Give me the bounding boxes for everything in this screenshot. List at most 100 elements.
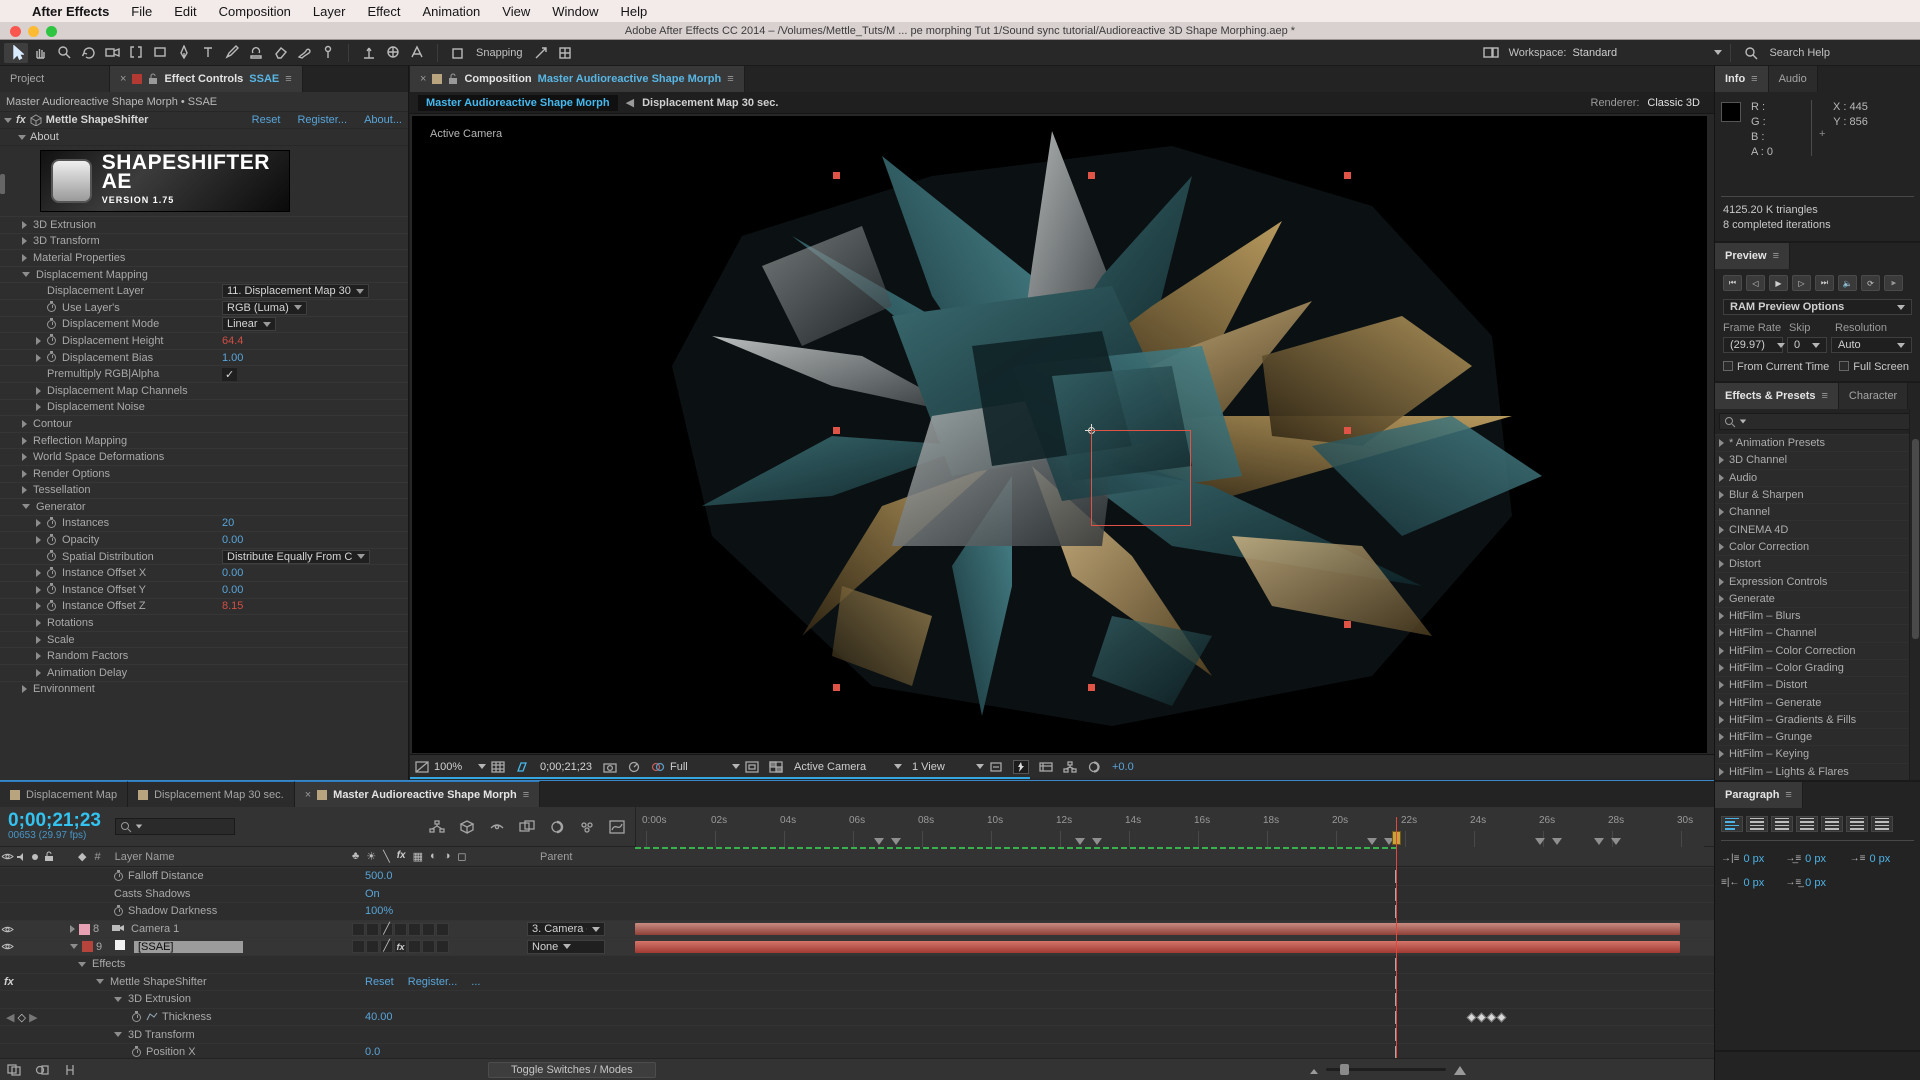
preset-category-hitfilm-distort[interactable]: HitFilm – Distort xyxy=(1715,676,1909,693)
effect-property-reflection-mapping[interactable]: Reflection Mapping xyxy=(0,432,408,449)
collapsed-arrow-icon[interactable] xyxy=(1719,768,1724,776)
collapsed-arrow-icon[interactable] xyxy=(36,354,41,362)
brainstorm-icon[interactable] xyxy=(579,820,595,834)
layer-label-chip[interactable] xyxy=(79,924,90,935)
property-label[interactable]: 3D Extrusion xyxy=(128,993,191,1005)
collapsed-arrow-icon[interactable] xyxy=(36,636,41,644)
ram-preview-options-dropdown[interactable]: RAM Preview Options xyxy=(1723,299,1912,315)
tab-paragraph[interactable]: Paragraph≡ xyxy=(1715,782,1803,808)
snap-option2-icon[interactable] xyxy=(553,43,577,63)
menu-item-layer[interactable]: Layer xyxy=(313,4,346,19)
parent-cell[interactable]: 3. Camera cc xyxy=(527,922,605,936)
skip-dropdown[interactable]: 0 xyxy=(1787,337,1827,353)
preset-category-generate[interactable]: Generate xyxy=(1715,590,1909,607)
effect-property-use-layer-s[interactable]: Use Layer'sRGB (Luma) xyxy=(0,299,408,316)
mask-visibility-icon[interactable] xyxy=(515,761,529,773)
about-expander[interactable] xyxy=(18,135,26,140)
effect-property-instance-offset-z[interactable]: Instance Offset Z8.15 xyxy=(0,598,408,615)
toggle-switches-modes-button[interactable]: Toggle Switches / Modes xyxy=(488,1062,656,1078)
preset-category-cinema-4d[interactable]: CINEMA 4D xyxy=(1715,520,1909,537)
zoom-out-mountain-icon[interactable] xyxy=(1309,1065,1319,1075)
loop-button[interactable]: ⟳ xyxy=(1861,275,1880,291)
menu-item-file[interactable]: File xyxy=(131,4,152,19)
effect-property-spatial-distribution[interactable]: Spatial DistributionDistribute Equally F… xyxy=(0,548,408,565)
timeline-graph-area[interactable]: 0:00s02s04s06s08s10s12s14s16s18s20s22s24… xyxy=(635,847,1704,1061)
timeline-tab-displacement-map-30-sec-[interactable]: Displacement Map 30 sec. xyxy=(128,781,295,807)
keyframe-navigator[interactable]: ◀ ◇ ▶ xyxy=(6,1011,38,1024)
property-value[interactable]: 8.15 xyxy=(222,600,243,612)
property-label[interactable]: Position X xyxy=(146,1046,196,1058)
rotate-tool[interactable] xyxy=(76,43,100,63)
property-value[interactable]: 100% xyxy=(365,905,393,917)
collapsed-arrow-icon[interactable] xyxy=(36,669,41,677)
eraser-tool[interactable] xyxy=(268,43,292,63)
local-axis-tool[interactable] xyxy=(357,43,381,63)
effect-property-displacement-map-channels[interactable]: Displacement Map Channels xyxy=(0,382,408,399)
parent-cell[interactable]: None xyxy=(527,940,605,954)
roi-icon[interactable] xyxy=(745,761,759,773)
effect-property-displacement-noise[interactable]: Displacement Noise xyxy=(0,399,408,416)
effect-property-displacement-mapping[interactable]: Displacement Mapping xyxy=(0,266,408,283)
effect-property-render-options[interactable]: Render Options xyxy=(0,465,408,482)
play-button[interactable]: ▶ xyxy=(1769,275,1788,291)
first-line-indent-field[interactable]: →≡0 px xyxy=(1850,853,1914,865)
preset-category-hitfilm-grunge[interactable]: HitFilm – Grunge xyxy=(1715,728,1909,745)
comp-marker[interactable] xyxy=(891,838,901,845)
snap-option1-icon[interactable] xyxy=(529,43,553,63)
composition-viewer[interactable]: Active Camera xyxy=(412,116,1707,753)
layer-handle[interactable] xyxy=(833,684,840,691)
layer-handle[interactable] xyxy=(1344,427,1351,434)
collapsed-arrow-icon[interactable] xyxy=(1719,733,1724,741)
effect-property-random-factors[interactable]: Random Factors xyxy=(0,647,408,664)
expand-transfer-icon[interactable] xyxy=(35,1064,49,1076)
about-link[interactable]: About... xyxy=(364,114,402,126)
expanded-arrow-icon[interactable] xyxy=(22,272,30,277)
collapsed-arrow-icon[interactable] xyxy=(36,536,41,544)
collapsed-arrow-icon[interactable] xyxy=(1719,612,1724,620)
stopwatch-icon[interactable] xyxy=(47,519,56,528)
comp-marker[interactable] xyxy=(1611,838,1621,845)
panel-menu-icon[interactable]: ≡ xyxy=(1822,390,1828,402)
menu-item-edit[interactable]: Edit xyxy=(174,4,196,19)
stopwatch-icon[interactable] xyxy=(47,569,56,578)
stopwatch-icon[interactable] xyxy=(114,907,123,916)
layer-switches[interactable]: ╱fx xyxy=(352,940,450,953)
collapsed-arrow-icon[interactable] xyxy=(1719,647,1724,655)
menu-item-animation[interactable]: Animation xyxy=(422,4,480,19)
layer-handle[interactable] xyxy=(1344,172,1351,179)
expanded-arrow-icon[interactable] xyxy=(78,962,86,967)
effect-property-displacement-bias[interactable]: Displacement Bias1.00 xyxy=(0,349,408,366)
snap-icon[interactable] xyxy=(446,43,470,63)
tab-info[interactable]: Info≡ xyxy=(1715,66,1769,92)
preset-category-expression-controls[interactable]: Expression Controls xyxy=(1715,572,1909,589)
roto-brush-tool[interactable] xyxy=(292,43,316,63)
panel-menu-icon[interactable]: ≡ xyxy=(523,789,529,801)
effect-property-generator[interactable]: Generator xyxy=(0,498,408,515)
expanded-arrow-icon[interactable] xyxy=(114,1032,122,1037)
preset-category-hitfilm-blurs[interactable]: HitFilm – Blurs xyxy=(1715,607,1909,624)
menu-item-help[interactable]: Help xyxy=(620,4,647,19)
property-label[interactable]: Mettle ShapeShifter xyxy=(110,976,207,988)
full-screen-checkbox[interactable]: Full Screen xyxy=(1839,361,1909,373)
video-visibility-toggle[interactable] xyxy=(0,942,14,951)
timeline-search-input[interactable] xyxy=(115,818,235,835)
panel-menu-icon[interactable]: ≡ xyxy=(727,73,733,85)
collapsed-arrow-icon[interactable] xyxy=(1719,439,1724,447)
collapsed-arrow-icon[interactable] xyxy=(22,420,27,428)
stopwatch-icon[interactable] xyxy=(47,336,56,345)
property-label[interactable]: 3D Transform xyxy=(128,1029,195,1041)
stopwatch-icon[interactable] xyxy=(47,552,56,561)
effect-property-displacement-height[interactable]: Displacement Height64.4 xyxy=(0,332,408,349)
audio-button[interactable]: 🔈 xyxy=(1838,275,1857,291)
snapshot-icon[interactable] xyxy=(603,761,617,773)
stopwatch-icon[interactable] xyxy=(47,602,56,611)
timeline-timecode[interactable]: 0;00;21;23 xyxy=(8,812,101,830)
property-value[interactable]: 0.00 xyxy=(222,567,243,579)
stopwatch-icon[interactable] xyxy=(47,585,56,594)
timeline-button-icon[interactable] xyxy=(1039,761,1053,773)
rectangle-tool[interactable] xyxy=(148,43,172,63)
show-snapshot-icon[interactable] xyxy=(627,761,641,773)
property-value[interactable]: 0.0 xyxy=(365,1046,380,1058)
frame-rate-dropdown[interactable]: (29.97) xyxy=(1723,337,1783,353)
comp-flowchart-icon[interactable] xyxy=(1063,761,1077,773)
